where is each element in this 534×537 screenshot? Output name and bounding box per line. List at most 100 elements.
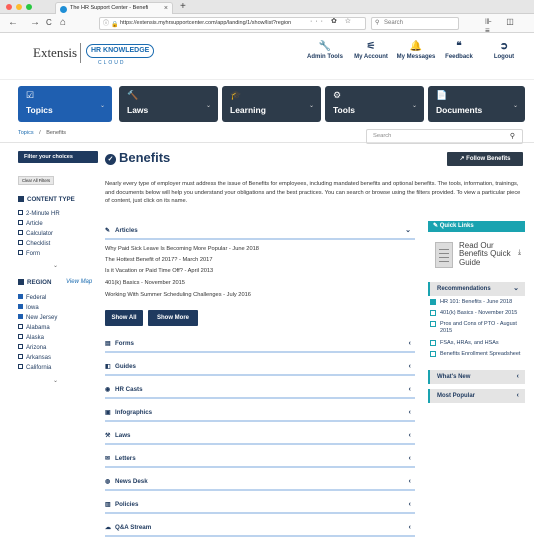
recommendation-link[interactable]: HR 101: Benefits - June 2018: [430, 299, 525, 306]
recommendations-header[interactable]: Recommendations ⌄: [428, 282, 525, 296]
filter-your-choices-button[interactable]: Filter your choices: [18, 151, 98, 163]
back-button[interactable]: ←: [8, 17, 18, 29]
policies-accordion-header[interactable]: ▥ Policies ‹: [105, 496, 415, 514]
filter-article[interactable]: Article: [18, 220, 43, 228]
browser-tab[interactable]: The HR Support Center - Benefi ×: [55, 2, 173, 14]
video-icon: [430, 299, 436, 305]
clear-all-filters-button[interactable]: Clear All Filters: [18, 176, 55, 185]
browser-search-input[interactable]: ⚲ Search: [371, 17, 459, 30]
filter-checklist[interactable]: Checklist: [18, 240, 50, 248]
hr-knowledge-logo[interactable]: HR KNOWLEDGE: [86, 44, 155, 58]
my-account-label: My Account: [354, 54, 388, 60]
checkbox-checked-icon[interactable]: [18, 304, 23, 309]
admin-tools-link[interactable]: 🔧 Admin Tools: [303, 41, 347, 60]
most-popular-header[interactable]: Most Popular ‹: [428, 389, 525, 403]
mega-nav-topics[interactable]: ☑ Topics ⌄: [18, 86, 112, 122]
minimize-window-icon[interactable]: [16, 4, 22, 10]
checkbox-icon: ☑: [26, 90, 35, 100]
follow-benefits-button[interactable]: ↗ Follow Benefits: [447, 152, 523, 166]
checkbox-icon[interactable]: [18, 354, 23, 359]
checkbox-icon[interactable]: [18, 324, 23, 329]
info-icon[interactable]: ⓘ: [103, 19, 109, 29]
filter-label: Checklist: [26, 241, 51, 247]
guides-accordion-header[interactable]: ◧ Guides ‹: [105, 358, 415, 376]
region-header[interactable]: REGION: [18, 279, 51, 286]
region-iowa[interactable]: Iowa: [18, 304, 39, 312]
mega-nav-documents[interactable]: 📄 Documents ⌄: [428, 86, 525, 122]
region-new-jersey[interactable]: New Jersey: [18, 314, 57, 322]
region-arizona[interactable]: Arizona: [18, 344, 46, 352]
image-icon: ▣: [105, 409, 111, 416]
breadcrumb-topics-link[interactable]: Topics: [18, 130, 34, 136]
admin-tools-label: Admin Tools: [307, 54, 343, 60]
letters-accordion-header[interactable]: ✉ Letters ‹: [105, 450, 415, 468]
hr-casts-accordion-header[interactable]: ◉ HR Casts ‹: [105, 381, 415, 399]
news-desk-accordion-header[interactable]: ◍ News Desk ‹: [105, 473, 415, 491]
article-link[interactable]: The Hottest Benefit of 2017? - March 201…: [105, 257, 213, 263]
article-link[interactable]: Working With Summer Scheduling Challenge…: [105, 292, 251, 298]
show-more-button[interactable]: Show More: [148, 310, 198, 326]
accordion-label: HR Casts: [115, 386, 143, 393]
region-alabama[interactable]: Alabama: [18, 324, 50, 332]
checkbox-icon[interactable]: [18, 250, 23, 255]
content-type-header[interactable]: CONTENT TYPE: [18, 196, 75, 203]
quick-guide-link[interactable]: Read Our Benefits Quick Guide ⤓: [430, 240, 525, 272]
document-icon: [430, 321, 436, 327]
checkbox-icon[interactable]: [18, 210, 23, 215]
region-california[interactable]: California: [18, 364, 51, 372]
download-icon[interactable]: ⤓: [518, 249, 521, 257]
qa-stream-accordion-header[interactable]: ☁ Q&A Stream ‹: [105, 519, 415, 537]
whats-new-header[interactable]: What's New ‹: [428, 370, 525, 384]
view-map-link[interactable]: View Map: [66, 279, 92, 285]
recommendation-link[interactable]: Benefits Enrollment Spreadsheet: [430, 351, 525, 358]
gear-icon: ⚙: [333, 90, 342, 100]
recommendation-link[interactable]: Pros and Cons of PTO - August 2015: [430, 321, 525, 335]
checkbox-icon[interactable]: [18, 344, 23, 349]
checkbox-checked-icon[interactable]: [18, 294, 23, 299]
quick-guide-title[interactable]: Read Our Benefits Quick Guide: [459, 241, 515, 267]
show-all-button[interactable]: Show All: [105, 310, 143, 326]
recommendation-link[interactable]: FSAs, HRAs, and HSAs: [430, 340, 525, 347]
mega-nav-laws[interactable]: 🔨 Laws ⌄: [119, 86, 218, 122]
page-actions-icon[interactable]: ··· ✿ ☆: [310, 17, 354, 25]
home-button[interactable]: ⌂: [60, 17, 66, 29]
logout-link[interactable]: ➲ Logout: [486, 41, 522, 60]
forms-accordion-header[interactable]: ▤ Forms ‹: [105, 335, 415, 353]
region-arkansas[interactable]: Arkansas: [18, 354, 51, 362]
checkbox-icon[interactable]: [18, 220, 23, 225]
mega-nav-learning[interactable]: 🎓 Learning ⌄: [222, 86, 321, 122]
article-link[interactable]: 401(k) Basics - November 2015: [105, 280, 185, 286]
filter-form[interactable]: Form: [18, 250, 40, 258]
feedback-link[interactable]: ❝ Feedback: [440, 41, 478, 60]
infographics-accordion-header[interactable]: ▣ Infographics ‹: [105, 404, 415, 422]
filter-2-minute-hr[interactable]: 2-Minute HR: [18, 210, 60, 218]
region-alaska[interactable]: Alaska: [18, 334, 44, 342]
laws-accordion-header[interactable]: ⚒ Laws ‹: [105, 427, 415, 445]
show-more-regions-icon[interactable]: ⌄: [53, 377, 58, 384]
checkbox-icon[interactable]: [18, 230, 23, 235]
extensis-logo[interactable]: Extensis: [33, 45, 77, 61]
site-search-input[interactable]: Search ⚲: [366, 129, 523, 144]
show-more-content-types-icon[interactable]: ⌄: [53, 262, 58, 269]
checkbox-icon[interactable]: [18, 334, 23, 339]
reload-button[interactable]: C: [46, 17, 52, 29]
articles-accordion-header[interactable]: ✎ Articles ⌄: [105, 222, 415, 240]
filter-calculator[interactable]: Calculator: [18, 230, 53, 238]
article-link[interactable]: Is it Vacation or Paid Time Off? - April…: [105, 268, 213, 274]
mega-nav-tools[interactable]: ⚙ Tools ⌄: [325, 86, 424, 122]
my-messages-link[interactable]: 🔔 My Messages: [392, 41, 440, 60]
checkbox-checked-icon[interactable]: [18, 314, 23, 319]
bell-icon: 🔔: [409, 41, 423, 52]
checkbox-icon[interactable]: [18, 240, 23, 245]
region-federal[interactable]: Federal: [18, 294, 46, 302]
my-account-link[interactable]: ⚟ My Account: [349, 41, 393, 60]
search-icon[interactable]: ⚲: [510, 130, 515, 143]
new-tab-button[interactable]: +: [180, 1, 186, 12]
zoom-window-icon[interactable]: [26, 4, 32, 10]
close-window-icon[interactable]: [6, 4, 12, 10]
tab-close-icon[interactable]: ×: [164, 3, 168, 14]
article-link[interactable]: Why Paid Sick Leave Is Becoming More Pop…: [105, 246, 259, 252]
forward-button[interactable]: →: [30, 17, 40, 29]
recommendation-link[interactable]: 401(k) Basics - November 2015: [430, 310, 525, 317]
checkbox-icon[interactable]: [18, 364, 23, 369]
